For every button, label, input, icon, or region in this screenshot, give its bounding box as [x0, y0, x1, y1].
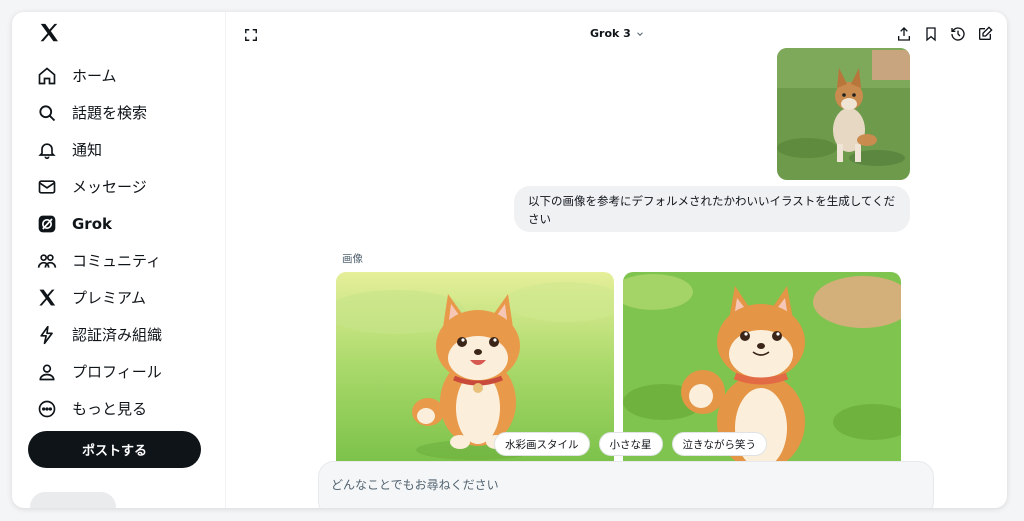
- lightning-icon: [36, 324, 58, 346]
- new-chat-icon[interactable]: [977, 26, 993, 42]
- history-icon[interactable]: [950, 26, 966, 42]
- suggestion-chip[interactable]: 水彩画スタイル: [494, 432, 590, 456]
- nav-item-home[interactable]: ホーム: [34, 57, 224, 94]
- sidebar: ホーム 話題を検索 通知 メッセージ Grok コミュニティ プレミアム 認証済…: [12, 12, 226, 508]
- user-message-text: 以下の画像を参考にデフォルメされたかわいいイラストを生成してください: [528, 194, 896, 226]
- bookmark-icon[interactable]: [923, 26, 939, 42]
- nav-label: プロフィール: [72, 363, 162, 381]
- nav-label: Grok: [72, 214, 112, 233]
- suggestion-chip[interactable]: 小さな星: [598, 432, 663, 456]
- main-nav: ホーム 話題を検索 通知 メッセージ Grok コミュニティ プレミアム 認証済…: [34, 57, 224, 427]
- bell-icon: [36, 139, 58, 161]
- grok-chat-panel: Grok 3 以下の画像を参考にデフォルメされたかわいいイラストを生成してくださ…: [226, 12, 1007, 508]
- person-icon: [36, 361, 58, 383]
- model-selector[interactable]: Grok 3: [590, 27, 645, 40]
- model-name: Grok 3: [590, 27, 631, 40]
- nav-item-grok[interactable]: Grok: [34, 205, 224, 242]
- x-logo-icon[interactable]: [38, 22, 60, 44]
- nav-item-premium[interactable]: プレミアム: [34, 279, 224, 316]
- nav-label: プレミアム: [72, 289, 146, 307]
- expand-icon[interactable]: [244, 27, 260, 43]
- nav-item-communities[interactable]: コミュニティ: [34, 242, 224, 279]
- nav-label: コミュニティ: [72, 252, 162, 270]
- suggestion-chips: 水彩画スタイル 小さな星 泣きながら笑う: [494, 432, 767, 456]
- nav-item-profile[interactable]: プロフィール: [34, 353, 224, 390]
- x-premium-icon: [36, 287, 58, 309]
- nav-label: 認証済み組織: [72, 326, 163, 344]
- home-icon: [36, 65, 58, 87]
- nav-label: 通知: [72, 141, 103, 159]
- user-uploaded-image[interactable]: [777, 48, 910, 180]
- grok-icon: [36, 213, 58, 235]
- mail-icon: [36, 176, 58, 198]
- nav-item-verified-orgs[interactable]: 認証済み組織: [34, 316, 224, 353]
- user-message-bubble: 以下の画像を参考にデフォルメされたかわいいイラストを生成してください: [514, 186, 910, 232]
- nav-item-notifications[interactable]: 通知: [34, 131, 224, 168]
- suggestion-chip[interactable]: 泣きながら笑う: [671, 432, 767, 456]
- app-window: ホーム 話題を検索 通知 メッセージ Grok コミュニティ プレミアム 認証済…: [12, 12, 1007, 508]
- nav-label: もっと見る: [72, 400, 148, 418]
- prompt-input[interactable]: [331, 478, 911, 492]
- composer: [318, 461, 934, 508]
- images-section-label: 画像: [342, 253, 363, 265]
- chevron-down-icon: [636, 31, 643, 36]
- nav-label: メッセージ: [72, 178, 147, 196]
- nav-label: 話題を検索: [72, 104, 148, 122]
- more-circle-icon: [36, 398, 58, 420]
- account-switcher[interactable]: [30, 492, 116, 508]
- post-button[interactable]: ポストする: [28, 431, 201, 468]
- nav-item-more[interactable]: もっと見る: [34, 390, 224, 427]
- share-icon[interactable]: [896, 26, 912, 42]
- nav-item-messages[interactable]: メッセージ: [34, 168, 224, 205]
- nav-item-explore[interactable]: 話題を検索: [34, 94, 224, 131]
- community-icon: [36, 250, 58, 272]
- nav-label: ホーム: [72, 67, 117, 85]
- search-icon: [36, 102, 58, 124]
- header-actions: [896, 26, 993, 42]
